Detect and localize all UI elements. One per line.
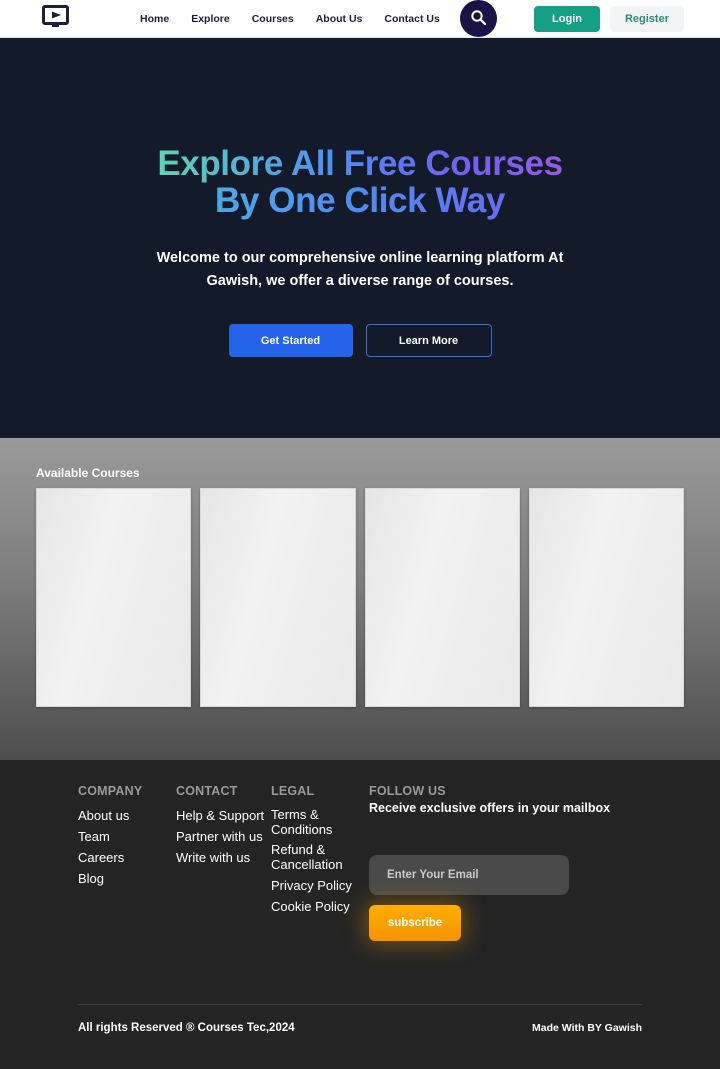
nav-item-contact-us[interactable]: Contact Us	[384, 13, 439, 25]
nav-item-home[interactable]: Home	[140, 13, 169, 25]
search-icon	[470, 9, 487, 29]
learn-more-button[interactable]: Learn More	[365, 324, 492, 358]
logo[interactable]	[0, 4, 110, 33]
hero-title-line2: By One Click Way	[157, 182, 562, 220]
footer-link-careers[interactable]: Careers	[78, 850, 124, 865]
list-item: Terms & Conditions	[271, 807, 369, 839]
course-card[interactable]	[364, 488, 520, 707]
email-input[interactable]	[369, 855, 569, 895]
footer-heading-follow-us: FOLLOW US	[369, 784, 446, 798]
footer-link-privacy-policy[interactable]: Privacy Policy	[271, 878, 352, 893]
footer-link-about-us[interactable]: About us	[78, 808, 129, 823]
list-item: Help & Support	[176, 807, 271, 825]
footer-links-company: About us Team Careers Blog	[78, 807, 176, 888]
main-nav: Home Explore Courses About Us Contact Us	[140, 13, 440, 25]
hero-title: Explore All Free Courses By One Click Wa…	[157, 146, 562, 220]
list-item: Blog	[78, 870, 176, 888]
footer-bottom-bar: All rights Reserved ® Courses Tec,2024 M…	[78, 1022, 642, 1034]
footer-column-contact: CONTACT Help & Support Partner with us W…	[176, 784, 271, 941]
footer-link-blog[interactable]: Blog	[78, 871, 104, 886]
nav-item-courses[interactable]: Courses	[252, 13, 294, 25]
available-courses-heading: Available Courses	[36, 466, 140, 480]
list-item: Refund & Cancellation	[271, 842, 369, 874]
footer-link-team[interactable]: Team	[78, 829, 110, 844]
list-item: Privacy Policy	[271, 877, 369, 895]
course-card[interactable]	[36, 488, 192, 707]
copyright-text: All rights Reserved ® Courses Tec,2024	[78, 1022, 295, 1034]
list-item: Team	[78, 828, 176, 846]
footer-links-legal: Terms & Conditions Refund & Cancellation…	[271, 807, 369, 916]
subscribe-button[interactable]: subscribe	[369, 905, 461, 941]
hero-title-line1: Explore All Free Courses	[157, 144, 563, 183]
monitor-play-icon	[41, 4, 69, 33]
newsletter-subheading: Receive exclusive offers in your mailbox	[369, 801, 611, 815]
site-header: Home Explore Courses About Us Contact Us…	[0, 0, 720, 38]
course-card[interactable]	[528, 488, 684, 707]
footer-heading-contact: CONTACT	[176, 784, 238, 798]
footer-heading-company: COMPANY	[78, 784, 143, 798]
register-button[interactable]: Register	[609, 5, 684, 32]
login-button[interactable]: Login	[534, 5, 600, 32]
footer-heading-legal: LEGAL	[271, 784, 315, 798]
footer-link-terms-conditions[interactable]: Terms & Conditions	[271, 807, 369, 837]
made-by-text: Made With BY Gawish	[532, 1022, 642, 1034]
hero-section: Explore All Free Courses By One Click Wa…	[0, 38, 720, 438]
footer-link-help-support[interactable]: Help & Support	[176, 808, 264, 823]
footer-column-legal: LEGAL Terms & Conditions Refund & Cancel…	[271, 784, 369, 941]
footer-link-cookie-policy[interactable]: Cookie Policy	[271, 899, 350, 914]
footer-divider	[78, 1004, 642, 1005]
footer-link-refund-cancellation[interactable]: Refund & Cancellation	[271, 842, 369, 872]
footer-column-follow-us: FOLLOW US Receive exclusive offers in yo…	[369, 784, 642, 941]
site-footer: COMPANY About us Team Careers Blog CONTA…	[0, 760, 720, 1069]
course-card[interactable]	[200, 488, 356, 707]
footer-link-write-with-us[interactable]: Write with us	[176, 850, 250, 865]
footer-links-contact: Help & Support Partner with us Write wit…	[176, 807, 271, 867]
hero-actions: Get Started Learn More	[228, 324, 492, 358]
hero-subtitle: Welcome to our comprehensive online lear…	[156, 249, 564, 290]
search-button[interactable]	[459, 0, 497, 37]
footer-link-partner-with-us[interactable]: Partner with us	[176, 829, 263, 844]
nav-item-about-us[interactable]: About Us	[316, 13, 363, 25]
nav-item-explore[interactable]: Explore	[191, 13, 230, 25]
list-item: Cookie Policy	[271, 898, 369, 916]
get-started-button[interactable]: Get Started	[228, 324, 353, 358]
list-item: Write with us	[176, 849, 271, 867]
auth-actions: Login Register	[534, 5, 720, 32]
footer-column-company: COMPANY About us Team Careers Blog	[78, 784, 176, 941]
list-item: Partner with us	[176, 828, 271, 846]
footer-columns: COMPANY About us Team Careers Blog CONTA…	[78, 784, 642, 941]
available-courses-section: Available Courses	[0, 438, 720, 760]
list-item: Careers	[78, 849, 176, 867]
course-card-list	[36, 488, 684, 707]
list-item: About us	[78, 807, 176, 825]
